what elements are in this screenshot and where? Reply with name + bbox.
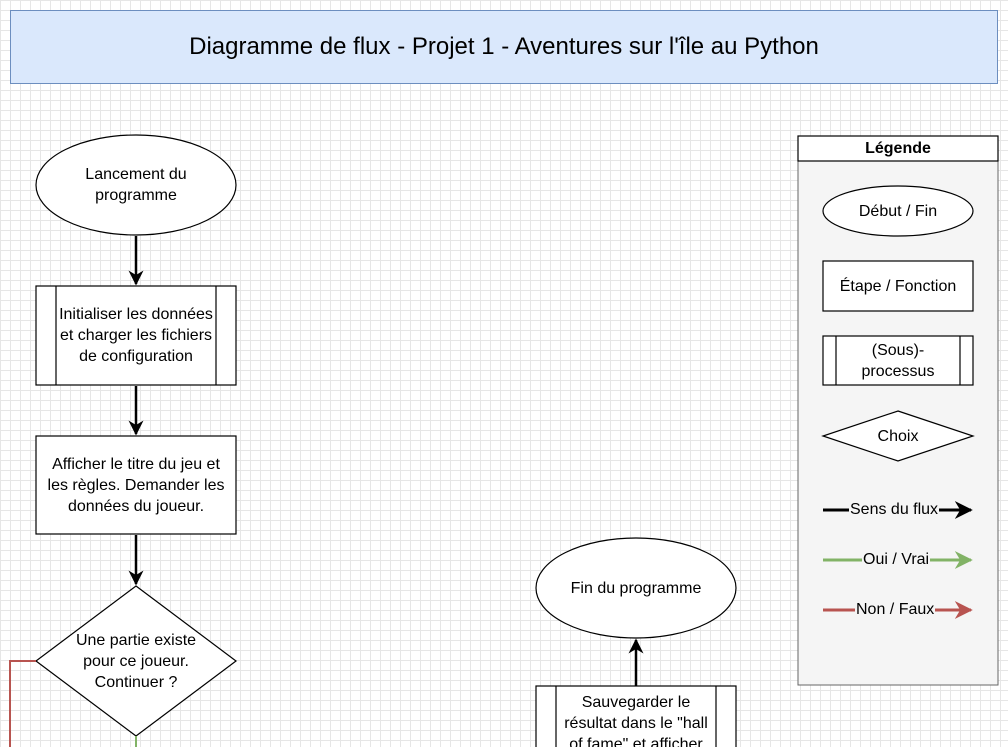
- legend-yes-label: Oui / Vrai: [862, 551, 931, 569]
- legend-no-label: Non / Faux: [855, 601, 936, 619]
- start-node-label: Lancement du programme: [85, 166, 187, 204]
- legend-flow-label: Sens du flux: [849, 501, 940, 519]
- end-node-label: Fin du programme: [570, 579, 702, 597]
- save-node-label: Sauvegarder le résultat dans le "hall of…: [564, 694, 708, 747]
- legend-start-end-label: Début / Fin: [858, 202, 938, 220]
- legend-subprocess-label: (Sous)-processus: [861, 341, 935, 380]
- decision-existing-label: Une partie existe pour ce joueur. Contin…: [75, 631, 197, 691]
- init-node-label: Initialiser les données et charger les f…: [59, 306, 213, 365]
- legend-choice-label: Choix: [877, 427, 919, 445]
- legend-step-label: Étape / Fonction: [839, 277, 957, 295]
- legend-title: Légende: [865, 139, 931, 157]
- no-branch-line[interactable]: [9, 660, 36, 747]
- show-title-node-label: Afficher le titre du jeu et les règles. …: [47, 455, 225, 515]
- diagram-title: Diagramme de flux - Projet 1 - Aventures…: [10, 10, 998, 84]
